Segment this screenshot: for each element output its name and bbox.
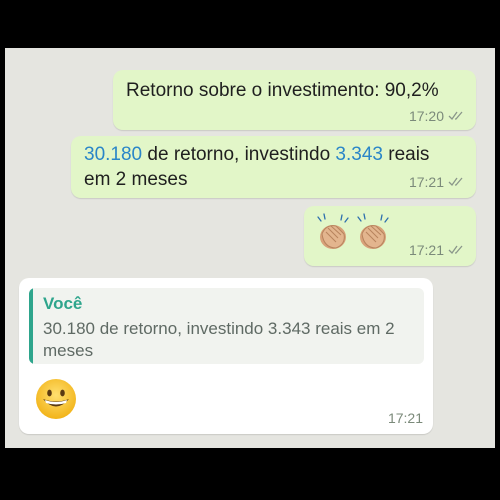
message-text-part: de retorno, investindo [142, 144, 336, 165]
clapping-hands-icon [317, 213, 349, 249]
message-text: Retorno sobre o investimento: 90,2% [126, 80, 439, 101]
outgoing-message[interactable]: 17:21 [304, 206, 476, 266]
quote-accent-bar [29, 288, 33, 364]
outgoing-message[interactable]: 30.180 de retorno, investindo 3.343 reai… [71, 136, 476, 198]
outgoing-message[interactable]: Retorno sobre o investimento: 90,2% 17:2… [113, 70, 476, 130]
number-link[interactable]: 3.343 [335, 144, 383, 165]
incoming-message[interactable]: Você 30.180 de retorno, investindo 3.343… [19, 278, 433, 434]
message-text-line2: em 2 meses [84, 169, 188, 190]
message-text: 30.180 de retorno, investindo 3.343 reai… [84, 142, 429, 167]
message-text-part: reais [382, 144, 430, 165]
clapping-hands-icon [357, 213, 389, 249]
quote-text: 30.180 de retorno, investindo 3.343 reai… [43, 319, 395, 360]
grinning-face-icon [36, 379, 76, 419]
number-link[interactable]: 30.180 [84, 144, 142, 165]
message-time: 17:21 [387, 410, 423, 426]
message-time: 17:21 [408, 242, 444, 258]
chat-area: Retorno sobre o investimento: 90,2% 17:2… [5, 48, 495, 448]
quoted-message[interactable]: Você 30.180 de retorno, investindo 3.343… [29, 288, 424, 364]
message-meta: 17:21 [409, 174, 466, 190]
read-ticks-icon [448, 245, 463, 255]
message-time: 17:20 [408, 108, 444, 124]
read-ticks-icon [448, 111, 463, 121]
message-meta: 17:21 [409, 242, 466, 258]
message-meta: 17:20 [409, 108, 466, 124]
quote-author: Você [43, 294, 83, 313]
read-ticks-icon [448, 177, 463, 187]
message-time: 17:21 [408, 174, 444, 190]
message-meta: 17:21 [388, 410, 423, 426]
